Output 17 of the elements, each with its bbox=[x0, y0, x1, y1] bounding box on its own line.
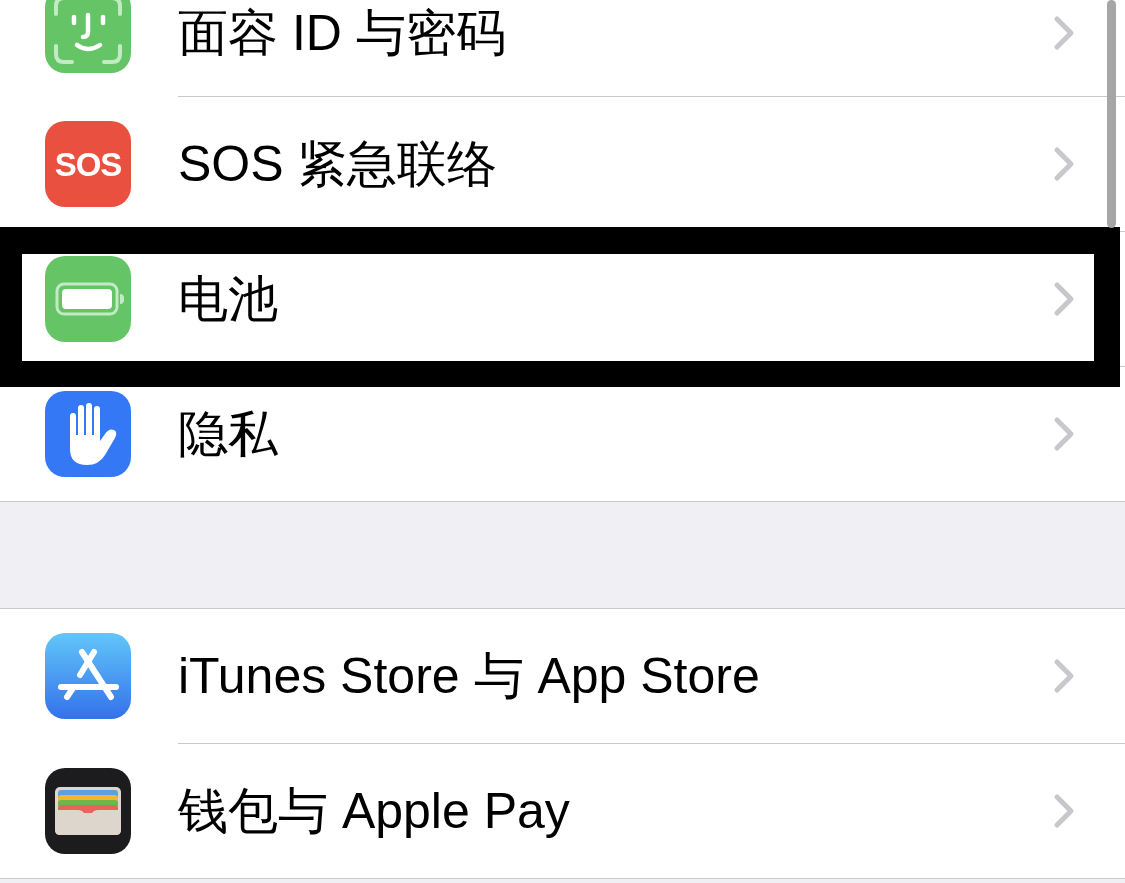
settings-row[interactable]: 钱包与 Apple Pay bbox=[0, 744, 1125, 878]
chevron-icon bbox=[1053, 416, 1075, 452]
chevron-icon bbox=[1053, 146, 1075, 182]
chevron-icon bbox=[1053, 15, 1075, 51]
chevron-icon bbox=[1053, 793, 1075, 829]
settings-row[interactable]: 电池 bbox=[0, 232, 1125, 366]
chevron-icon bbox=[1053, 281, 1075, 317]
settings-row[interactable]: 面容 ID 与密码 bbox=[0, 0, 1125, 96]
battery-icon bbox=[45, 256, 131, 342]
wallet-icon bbox=[45, 768, 131, 854]
settings-row[interactable]: 隐私 bbox=[0, 367, 1125, 501]
chevron-icon bbox=[1053, 658, 1075, 694]
sos-icon: SOS bbox=[45, 121, 131, 207]
letter-a-icon bbox=[45, 633, 131, 719]
settings-row[interactable]: iTunes Store 与 App Store bbox=[0, 609, 1125, 743]
hand-icon bbox=[45, 391, 131, 477]
settings-row[interactable]: SOS SOS 紧急联络 bbox=[0, 97, 1125, 231]
